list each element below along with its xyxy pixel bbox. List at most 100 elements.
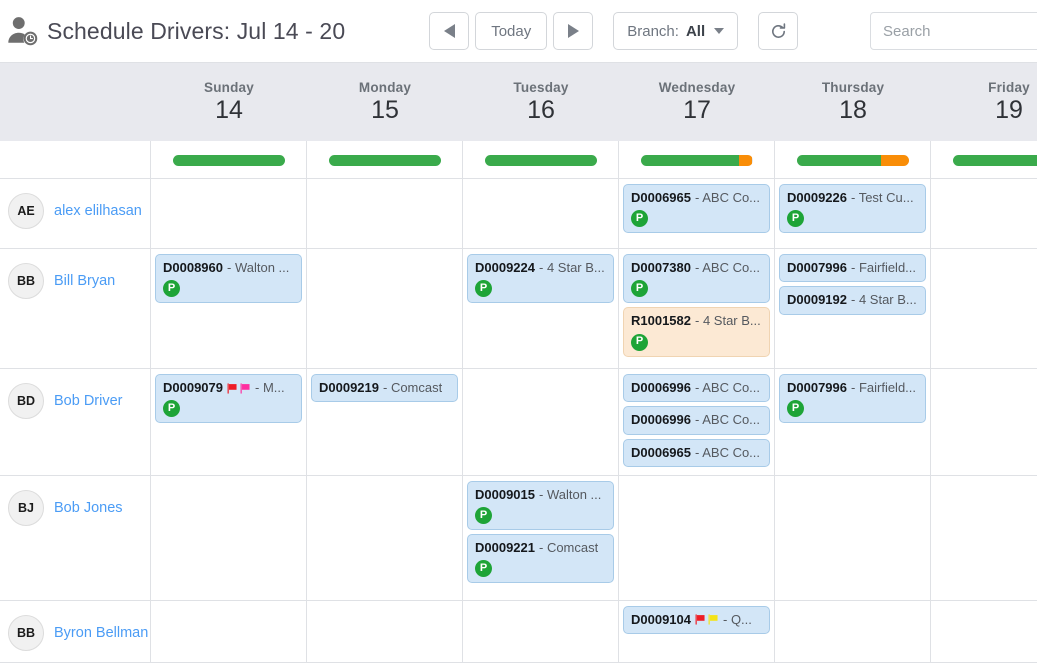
driver-cell-2: BD Bob Driver (0, 369, 151, 475)
event-customer-name: - 4 Star B... (539, 260, 605, 276)
day-number: 16 (527, 97, 555, 123)
schedule-event-card[interactable]: D0007380- ABC Co...P (623, 254, 770, 303)
driver-cell-0: AE alex elilhasan (0, 179, 151, 248)
schedule-event-card[interactable]: D0009015- Walton ... P (467, 481, 614, 530)
schedule-cell-1-3[interactable]: D0007380- ABC Co...PR1001582- 4 Star B..… (619, 249, 775, 368)
schedule-cell-3-4[interactable] (775, 476, 931, 600)
schedule-event-card[interactable]: D0006965- ABC Co... (623, 439, 770, 467)
schedule-cell-0-4[interactable]: D0009226- Test Cu...P (775, 179, 931, 248)
next-week-button[interactable] (553, 12, 593, 50)
event-customer-name: - Fairfield... (851, 260, 916, 276)
event-customer-name: - Walton ... (227, 260, 289, 276)
driver-name-link[interactable]: Byron Bellman (54, 625, 148, 641)
schedule-cell-4-2[interactable] (463, 601, 619, 662)
capacity-bar-green-segment (173, 155, 285, 166)
schedule-event-card[interactable]: D0007996- Fairfield...P (779, 374, 926, 423)
schedule-event-card[interactable]: D0006996- ABC Co... (623, 374, 770, 402)
avatar: BJ (8, 490, 44, 526)
event-title-line: D0009104- Q... (631, 612, 763, 628)
schedule-cell-2-1[interactable]: D0009219- Comcast (307, 369, 463, 475)
refresh-icon (769, 22, 788, 41)
chevron-right-icon (568, 24, 579, 38)
today-button[interactable]: Today (475, 12, 547, 50)
schedule-cell-0-0[interactable] (151, 179, 307, 248)
driver-cell-1: BBBill Bryan (0, 249, 151, 368)
event-order-id: D0009219 (319, 380, 379, 396)
event-title-line: D0009192- 4 Star B... (787, 292, 919, 308)
schedule-cell-3-1[interactable] (307, 476, 463, 600)
schedule-event-card[interactable]: R1001582- 4 Star B...P (623, 307, 770, 356)
schedule-cell-4-0[interactable] (151, 601, 307, 662)
event-customer-name: - ABC Co... (695, 260, 760, 276)
schedule-event-card[interactable]: D0009221- Comcast P (467, 534, 614, 583)
schedule-cell-0-3[interactable]: D0006965- ABC Co...P (619, 179, 775, 248)
schedule-cell-1-5[interactable] (931, 249, 1037, 368)
event-title-line: D0006965- ABC Co... (631, 445, 763, 461)
event-customer-name: - ABC Co... (695, 412, 760, 428)
event-title-line: D0009015- Walton ... (475, 487, 607, 503)
search-input[interactable] (870, 12, 1037, 50)
driver-name-link[interactable]: alex elilhasan (54, 203, 142, 219)
driver-name-link[interactable]: Bob Jones (54, 500, 123, 516)
status-badge: P (475, 507, 492, 524)
avatar: BD (8, 383, 44, 419)
prev-week-button[interactable] (429, 12, 469, 50)
red-flag-icon (227, 383, 238, 394)
schedule-event-card[interactable]: D0006996- ABC Co... (623, 406, 770, 434)
schedule-event-card[interactable]: D0007996- Fairfield... (779, 254, 926, 282)
schedule-cell-0-2[interactable] (463, 179, 619, 248)
capacity-bar (953, 155, 1037, 166)
schedule-cell-1-2[interactable]: D0009224- 4 Star B...P (463, 249, 619, 368)
user-clock-icon (6, 14, 40, 48)
schedule-event-card[interactable]: D0008960- Walton ...P (155, 254, 302, 303)
schedule-event-card[interactable]: D0009192- 4 Star B... (779, 286, 926, 314)
table-row: BJBob JonesD0009015- Walton ...PD0009221… (0, 476, 1037, 601)
table-row: BBBill BryanD0008960- Walton ...P D000922… (0, 249, 1037, 369)
schedule-cell-0-1[interactable] (307, 179, 463, 248)
schedule-cell-3-5[interactable] (931, 476, 1037, 600)
schedule-cell-1-0[interactable]: D0008960- Walton ...P (151, 249, 307, 368)
event-title-line: D0007380- ABC Co... (631, 260, 763, 276)
schedule-cell-0-5[interactable] (931, 179, 1037, 248)
day-number: 18 (839, 97, 867, 123)
schedule-cell-4-1[interactable] (307, 601, 463, 662)
schedule-calendar: Sunday 14 Monday 15 Tuesday 16 Wednesday… (0, 62, 1037, 663)
refresh-button[interactable] (758, 12, 798, 50)
schedule-event-card[interactable]: D0009219- Comcast (311, 374, 458, 402)
avatar: AE (8, 193, 44, 229)
day-number: 15 (371, 97, 399, 123)
schedule-cell-4-5[interactable] (931, 601, 1037, 662)
magenta-flag-icon (240, 383, 251, 394)
schedule-cell-3-3[interactable] (619, 476, 775, 600)
schedule-cell-2-2[interactable] (463, 369, 619, 475)
driver-name-link[interactable]: Bob Driver (54, 393, 123, 409)
schedule-cell-4-4[interactable] (775, 601, 931, 662)
status-badge: P (475, 560, 492, 577)
schedule-cell-2-4[interactable]: D0007996- Fairfield...P (775, 369, 931, 475)
day-number: 14 (215, 97, 243, 123)
event-title-line: D0009079- M... (163, 380, 295, 396)
event-title-line: D0009221- Comcast (475, 540, 607, 556)
branch-filter-dropdown[interactable]: Branch: All (613, 12, 738, 50)
schedule-event-card[interactable]: D0009079- M...P (155, 374, 302, 423)
red-flag-icon (695, 614, 706, 625)
schedule-cell-1-1[interactable] (307, 249, 463, 368)
status-badge: P (787, 210, 804, 227)
schedule-cell-2-5[interactable] (931, 369, 1037, 475)
capacity-bar-green-segment (485, 155, 597, 166)
schedule-event-card[interactable]: D0009226- Test Cu...P (779, 184, 926, 233)
driver-name-link[interactable]: Bill Bryan (54, 273, 115, 289)
schedule-event-card[interactable]: D0009104- Q... (623, 606, 770, 634)
capacity-bar-orange-segment (739, 155, 752, 166)
schedule-cell-2-3[interactable]: D0006996- ABC Co... D0006996- ABC Co... D0… (619, 369, 775, 475)
schedule-cell-3-0[interactable] (151, 476, 307, 600)
schedule-cell-2-0[interactable]: D0009079- M...P (151, 369, 307, 475)
schedule-cell-3-2[interactable]: D0009015- Walton ... P D0009221- Comcast P (463, 476, 619, 600)
schedule-cell-1-4[interactable]: D0007996- Fairfield... D0009192- 4 Star B… (775, 249, 931, 368)
schedule-cell-4-3[interactable]: D0009104- Q... (619, 601, 775, 662)
day-header-5: Friday 19 (931, 63, 1037, 141)
schedule-event-card[interactable]: D0006965- ABC Co...P (623, 184, 770, 233)
schedule-event-card[interactable]: D0009224- 4 Star B...P (467, 254, 614, 303)
event-title-line: D0009224- 4 Star B... (475, 260, 607, 276)
event-title-line: D0006996- ABC Co... (631, 412, 763, 428)
